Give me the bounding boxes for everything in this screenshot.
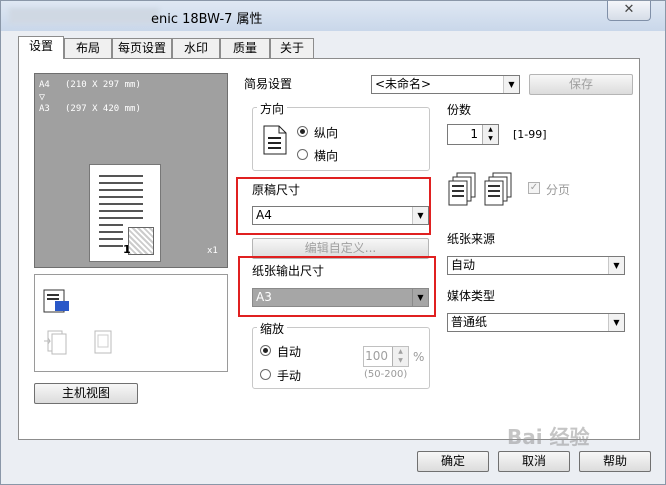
portrait-label: 纵向 (314, 126, 339, 140)
preview-arrow-icon: ▽ (39, 92, 46, 103)
mode-icons-box (34, 274, 228, 372)
properties-window: enic 18BW-7 属性 ✕ 设置 布局 每页设置 水印 质量 关于 A4 … (0, 0, 666, 485)
preview-size-a3: A3 (39, 104, 50, 114)
redacted-title-area (9, 8, 159, 24)
copies-value: 1 (470, 127, 478, 141)
output-size-value: A3 (256, 290, 272, 304)
preview-size-a4: A4 (39, 80, 50, 90)
output-size-select[interactable]: A3 ▼ (252, 288, 429, 307)
landscape-label: 横向 (314, 149, 339, 163)
stepper-arrows-icon[interactable]: ▲ ▼ (482, 125, 498, 144)
stepper-arrows-icon[interactable]: ▲ ▼ (392, 347, 408, 366)
copies-stepper[interactable]: 1 ▲ ▼ (447, 124, 499, 145)
easy-setup-label: 简易设置 (244, 77, 293, 91)
landscape-radio[interactable] (297, 149, 308, 160)
chevron-down-icon: ▼ (412, 207, 428, 224)
zoom-value: 100 (365, 349, 388, 363)
easy-setup-value: <未命名> (375, 77, 432, 91)
chevron-down-icon: ▼ (608, 257, 624, 274)
tab-per-page-settings[interactable]: 每页设置 (112, 38, 172, 58)
copy-mode-icon[interactable] (43, 329, 69, 355)
document-mode-icon[interactable] (93, 329, 115, 355)
easy-setup-select[interactable]: <未命名> ▼ (371, 75, 520, 94)
tab-layout[interactable]: 布局 (64, 38, 112, 58)
copies-range: [1-99] (513, 128, 547, 141)
watermark-logo: Bai 经验 (507, 425, 590, 449)
original-size-value: A4 (256, 208, 272, 222)
media-type-value: 普通纸 (451, 315, 488, 329)
collated-sets-icon-2 (484, 172, 512, 206)
preview-paper: 1 (89, 164, 161, 262)
close-button[interactable]: ✕ (607, 1, 651, 21)
media-type-label: 媒体类型 (447, 289, 496, 303)
ok-button[interactable]: 确定 (417, 451, 489, 472)
tab-settings[interactable]: 设置 (18, 36, 64, 59)
paper-source-label: 纸张来源 (447, 232, 496, 246)
collate-label: 分页 (546, 183, 571, 197)
zoom-legend: 缩放 (257, 320, 288, 337)
chevron-down-icon: ▼ (608, 314, 624, 331)
portrait-page-icon (263, 125, 287, 155)
help-button[interactable]: 帮助 (579, 451, 651, 472)
collated-sets-icon (448, 172, 476, 206)
copies-label: 份数 (447, 103, 472, 117)
zoom-manual-radio[interactable] (260, 369, 271, 380)
title-bar: enic 18BW-7 属性 ✕ (1, 1, 665, 31)
tab-watermark[interactable]: 水印 (172, 38, 220, 58)
preview-dims-a3: (297 X 420 mm) (65, 104, 141, 114)
preview-copies-mark: x1 (207, 246, 218, 256)
chevron-down-icon: ▼ (412, 289, 428, 306)
cancel-button[interactable]: 取消 (498, 451, 570, 472)
output-size-label: 纸张输出尺寸 (252, 264, 325, 278)
preview-page-number: 1 (123, 243, 131, 256)
save-button[interactable]: 保存 (529, 74, 633, 95)
collate-checkbox[interactable]: ✓ (528, 182, 540, 194)
tab-about[interactable]: 关于 (270, 38, 314, 58)
tab-quality[interactable]: 质量 (220, 38, 270, 58)
original-size-label: 原稿尺寸 (252, 183, 301, 197)
orientation-legend: 方向 (257, 100, 288, 117)
portrait-radio[interactable] (297, 126, 308, 137)
paper-source-value: 自动 (451, 258, 476, 272)
zoom-auto-label: 自动 (277, 345, 302, 359)
window-title: enic 18BW-7 属性 (151, 12, 263, 27)
zoom-manual-label: 手动 (277, 369, 302, 383)
preview-dims-a4: (210 X 297 mm) (65, 80, 141, 90)
printer-mode-icon[interactable] (43, 289, 73, 315)
zoom-auto-radio[interactable] (260, 345, 271, 356)
preview-image-block (128, 227, 154, 255)
paper-source-select[interactable]: 自动 ▼ (447, 256, 625, 275)
main-view-button[interactable]: 主机视图 (34, 383, 138, 404)
chevron-down-icon: ▼ (503, 76, 519, 93)
zoom-unit: % (413, 350, 425, 364)
zoom-range: (50-200) (364, 369, 408, 380)
original-size-select[interactable]: A4 ▼ (252, 206, 429, 225)
media-type-select[interactable]: 普通纸 ▼ (447, 313, 625, 332)
zoom-value-stepper[interactable]: 100 ▲ ▼ (363, 346, 409, 367)
